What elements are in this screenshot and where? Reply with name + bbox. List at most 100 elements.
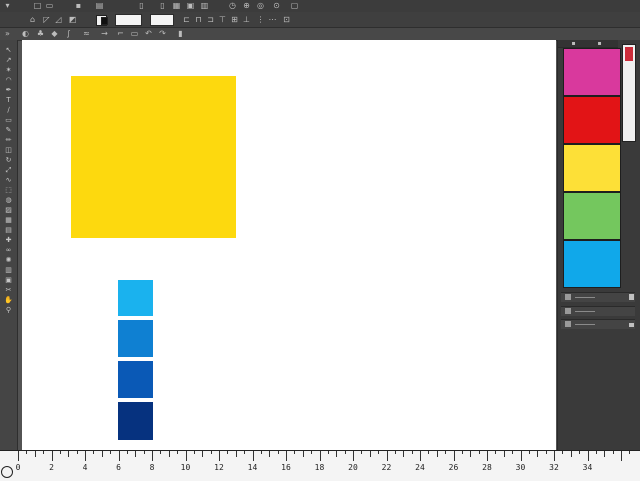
stroke-color-swatch[interactable]	[101, 17, 108, 25]
arrange-icon[interactable]: ▥	[200, 1, 209, 10]
panel-row-assets[interactable]	[561, 319, 635, 329]
artboard-tool-icon[interactable]: ▣	[4, 276, 13, 285]
medium-blue-rectangle[interactable]	[118, 361, 153, 398]
recolor-icon[interactable]: ◐	[21, 29, 30, 38]
hand-tool-icon[interactable]: ✋	[4, 296, 13, 305]
slice-tool-icon[interactable]: ✂	[4, 286, 13, 295]
magic-wand-icon[interactable]: ✶	[4, 66, 13, 75]
stroke-weight-field[interactable]	[115, 14, 142, 26]
zoom-icon[interactable]	[1, 466, 13, 478]
ruler-tick	[18, 451, 19, 461]
corner-icon[interactable]: ⌐	[116, 29, 125, 38]
paintbrush-icon[interactable]: ✎	[4, 126, 13, 135]
save-icon[interactable]: ▪	[74, 1, 83, 10]
align-right-icon[interactable]: ⊐	[206, 15, 215, 24]
ruler-minor-tick	[528, 451, 530, 454]
symbol-sprayer-icon[interactable]: ✺	[4, 256, 13, 265]
line-tool-icon[interactable]: ∕	[4, 106, 13, 115]
ruler-tick	[487, 451, 488, 461]
swatch-red[interactable]	[563, 96, 621, 144]
ruler-tick	[118, 451, 120, 461]
isolate-icon[interactable]: ⊡	[282, 15, 291, 24]
window-icon[interactable]: ▢	[290, 1, 299, 10]
redo-icon[interactable]: ↷	[158, 29, 167, 38]
symbol-icon[interactable]: ♣	[36, 29, 45, 38]
ruler-minor-tick	[411, 451, 413, 454]
dock-icon[interactable]: ▮	[176, 29, 185, 38]
swatch-yellow[interactable]	[563, 144, 621, 192]
rectangle-tool-icon[interactable]: ▭	[4, 116, 13, 125]
align-center-icon[interactable]: ⊓	[194, 15, 203, 24]
scrollbar-thumb[interactable]	[625, 47, 633, 61]
panel-row-layers[interactable]	[561, 292, 635, 302]
panel-row-artboards[interactable]	[561, 306, 635, 316]
ruler-minor-tick	[59, 451, 61, 454]
panel-toggle-icon[interactable]: »	[3, 29, 12, 38]
yellow-square[interactable]	[71, 76, 236, 238]
select-icon[interactable]: ◸	[42, 15, 51, 24]
arrowheads-icon[interactable]: →	[100, 29, 109, 38]
opacity-field[interactable]	[150, 14, 174, 26]
perspective-grid-icon[interactable]: ▨	[4, 206, 13, 215]
free-transform-icon[interactable]: ⬚	[4, 186, 13, 195]
panel-menu-icon[interactable]: ▪	[596, 39, 603, 47]
artboard[interactable]	[22, 40, 556, 450]
document-icon[interactable]: ▯	[137, 1, 146, 10]
print-icon[interactable]: ▤	[95, 1, 104, 10]
shape-builder-icon[interactable]: ◍	[4, 196, 13, 205]
collapse-icon[interactable]	[629, 323, 634, 327]
variable-width-icon[interactable]: ≈	[82, 29, 91, 38]
ruler-minor-tick	[143, 451, 145, 454]
blue-rectangle[interactable]	[118, 320, 153, 357]
eraser-icon[interactable]: ◫	[4, 146, 13, 155]
navy-rectangle[interactable]	[118, 402, 153, 440]
document-copy-icon[interactable]: ▯	[158, 1, 167, 10]
align-top-icon[interactable]: ⊤	[218, 15, 227, 24]
warp-tool-icon[interactable]: ∿	[4, 176, 13, 185]
undo-icon[interactable]: ↶	[144, 29, 153, 38]
scale-tool-icon[interactable]: ⤢	[4, 166, 13, 175]
align-left-icon[interactable]: ⊏	[182, 15, 191, 24]
home-icon[interactable]: ⌂	[28, 15, 37, 24]
cursor-icon[interactable]	[629, 294, 634, 300]
lasso-icon[interactable]: ◠	[4, 76, 13, 85]
graphic-style-icon[interactable]: ◆	[50, 29, 59, 38]
align-middle-icon[interactable]: ⊞	[230, 15, 239, 24]
graph-tool-icon[interactable]: ▥	[4, 266, 13, 275]
ruler-label: 32	[549, 463, 559, 472]
panel-scrollbar[interactable]	[622, 44, 636, 142]
panel-tab-icon[interactable]: ▪	[570, 39, 577, 47]
cyan-rectangle[interactable]	[118, 280, 153, 316]
new-file-icon[interactable]: □	[33, 1, 42, 10]
mesh-tool-icon[interactable]: ▦	[4, 216, 13, 225]
ruler-tick	[470, 451, 472, 457]
navigator-icon[interactable]: ⊕	[242, 1, 251, 10]
direct-selection-tool-icon[interactable]: ↗	[4, 56, 13, 65]
grid-icon[interactable]: ▦	[172, 1, 181, 10]
swatch-green[interactable]	[563, 192, 621, 240]
gradient-tool-icon[interactable]: ▤	[4, 226, 13, 235]
swatch-cyan[interactable]	[563, 240, 621, 288]
swatch-magenta[interactable]	[563, 48, 621, 96]
distribute-horizontal-icon[interactable]: ⋯	[268, 15, 277, 24]
zoom-view-icon[interactable]: ⊙	[272, 1, 281, 10]
transform-icon[interactable]: ◿	[54, 15, 63, 24]
brush-definition-icon[interactable]: ∫	[64, 29, 73, 38]
pen-tool-icon[interactable]: ✒	[4, 86, 13, 95]
layout-icon[interactable]: ▣	[186, 1, 195, 10]
blend-tool-icon[interactable]: ∞	[4, 246, 13, 255]
stroke-icon[interactable]: ◩	[68, 15, 77, 24]
history-icon[interactable]: ◷	[228, 1, 237, 10]
view-icon[interactable]: ◎	[256, 1, 265, 10]
distribute-icon[interactable]: ⋮	[256, 15, 265, 24]
zoom-tool-icon[interactable]: ⚲	[4, 306, 13, 315]
align-bottom-icon[interactable]: ⊥	[242, 15, 251, 24]
type-tool-icon[interactable]: T	[4, 96, 13, 105]
rotate-tool-icon[interactable]: ↻	[4, 156, 13, 165]
pencil-icon[interactable]: ✏	[4, 136, 13, 145]
cap-icon[interactable]: ▭	[130, 29, 139, 38]
open-file-icon[interactable]: ▭	[45, 1, 54, 10]
app-menu-icon[interactable]: ▾	[3, 1, 12, 10]
eyedropper-icon[interactable]: ✚	[4, 236, 13, 245]
selection-tool-icon[interactable]: ↖	[4, 46, 13, 55]
